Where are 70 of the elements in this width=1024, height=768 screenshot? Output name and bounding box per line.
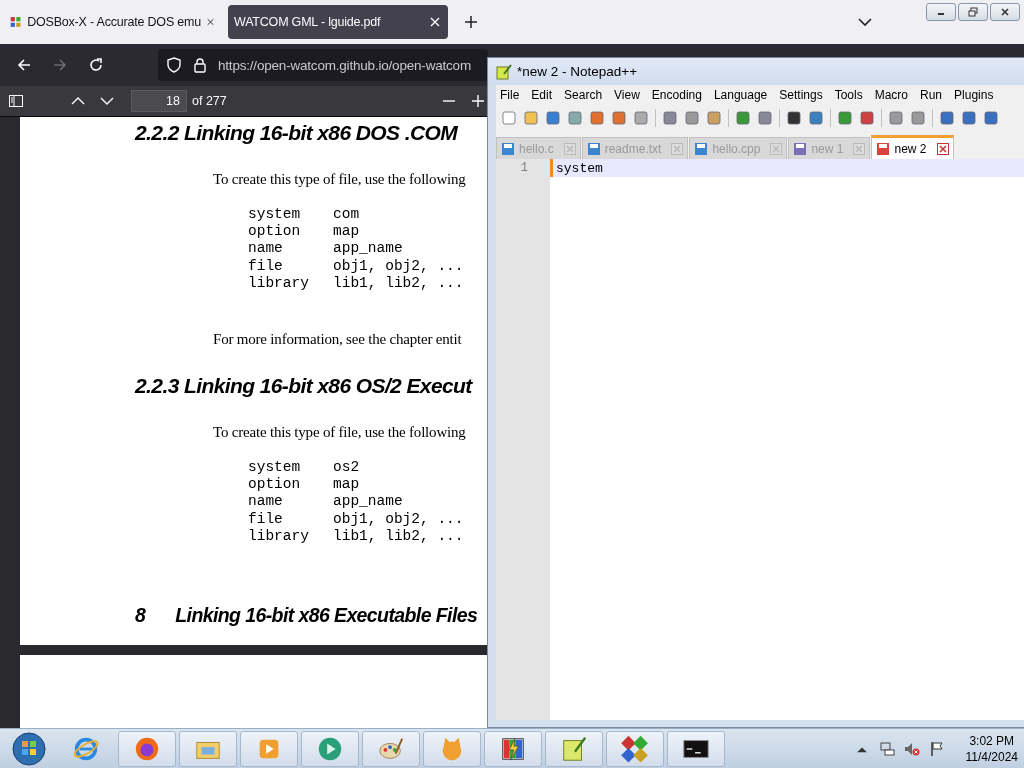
menu-item[interactable]: View bbox=[614, 88, 640, 102]
menu-item[interactable]: Edit bbox=[531, 88, 553, 102]
menu-item[interactable]: Tools bbox=[834, 88, 863, 102]
menu-item[interactable]: Language bbox=[713, 88, 768, 102]
code-keyword: file bbox=[248, 257, 284, 275]
flag-icon[interactable] bbox=[928, 740, 945, 757]
back-icon[interactable] bbox=[16, 57, 32, 73]
dice-icon bbox=[621, 734, 649, 763]
code-value: os2 bbox=[333, 459, 360, 477]
notepad-icon bbox=[496, 63, 512, 80]
paragraph: To create this type of file, use the following bbox=[213, 171, 466, 188]
lock-icon[interactable] bbox=[192, 57, 208, 73]
menu-item[interactable]: Settings bbox=[779, 88, 823, 102]
code-value: map bbox=[333, 223, 360, 241]
page-count: of 277 bbox=[192, 94, 227, 108]
code-value: lib1, lib2, ... bbox=[333, 527, 464, 546]
code-keyword: option bbox=[248, 476, 302, 494]
code-keyword: name bbox=[248, 493, 284, 511]
code-keyword: library bbox=[248, 274, 310, 292]
browser-tab[interactable]: WATCOM GML - lguide.pdf bbox=[228, 5, 448, 39]
new-tab-icon[interactable] bbox=[464, 15, 478, 29]
close-icon[interactable] bbox=[936, 142, 949, 155]
menu-item[interactable]: Plugins bbox=[954, 88, 994, 102]
code-value: lib1, lib2, ... bbox=[333, 274, 464, 292]
paragraph: To create this type of file, use the following bbox=[213, 424, 466, 441]
menu-item[interactable]: Run bbox=[920, 88, 943, 102]
menu-item[interactable]: Search bbox=[564, 88, 603, 102]
section-heading: 2.2.2 Linking 16-bit x86 DOS .COM bbox=[135, 120, 458, 146]
close-button[interactable] bbox=[990, 3, 1020, 21]
notepad-icon bbox=[560, 734, 588, 763]
window-title: *new 2 - Notepad++ bbox=[517, 64, 638, 79]
sidebar-icon[interactable] bbox=[8, 93, 24, 109]
address-field[interactable]: https://open-watcom.github.io/open-watcom bbox=[158, 49, 488, 81]
page-number-field[interactable]: 18 bbox=[131, 90, 187, 112]
page-number: 8 bbox=[135, 604, 146, 628]
menu-item[interactable]: Macro bbox=[874, 88, 908, 102]
reload-icon[interactable] bbox=[88, 57, 104, 73]
page-footer-title: Linking 16-bit x86 Executable Files bbox=[175, 604, 478, 628]
code-keyword: system bbox=[248, 206, 302, 224]
code-keyword: library bbox=[248, 527, 310, 546]
restore-icon bbox=[968, 7, 978, 17]
forward-icon[interactable] bbox=[52, 57, 68, 73]
menu-item[interactable]: File bbox=[500, 88, 520, 102]
code-value: com bbox=[333, 206, 360, 224]
network-icon[interactable] bbox=[878, 740, 895, 757]
section-heading: 2.2.3 Linking 16-bit x86 OS/2 Execut bbox=[135, 373, 472, 399]
code-value: map bbox=[333, 476, 360, 494]
restore-button[interactable] bbox=[958, 3, 988, 21]
paragraph: For more information, see the chapter entit bbox=[213, 331, 462, 348]
close-icon bbox=[1000, 7, 1010, 17]
code-keyword: system bbox=[248, 459, 302, 477]
shield-icon[interactable] bbox=[166, 57, 182, 73]
code-keyword: name bbox=[248, 240, 284, 258]
code-keyword: option bbox=[248, 223, 302, 241]
code-value: app_name bbox=[333, 240, 403, 258]
dice-icon bbox=[10, 14, 22, 30]
menu-item[interactable]: Encoding bbox=[651, 88, 702, 102]
line-number: 1 bbox=[519, 160, 529, 177]
code-value: app_name bbox=[333, 493, 403, 511]
browser-tab[interactable]: DOSBox-X - Accurate DOS emu bbox=[4, 5, 222, 39]
code-keyword: file bbox=[248, 510, 284, 528]
code-value: obj1, obj2, ... bbox=[333, 257, 464, 275]
minimize-button[interactable] bbox=[926, 3, 956, 21]
windows-orb-icon bbox=[11, 730, 47, 767]
file-tab[interactable]: new 2 bbox=[871, 135, 954, 159]
taskbar-app[interactable] bbox=[667, 730, 725, 767]
code-value: obj1, obj2, ... bbox=[333, 510, 464, 528]
clock[interactable]: 3:02 PM 11/4/2024 bbox=[965, 732, 1018, 765]
chevron-down-icon[interactable] bbox=[858, 17, 872, 27]
code-line: system bbox=[556, 160, 603, 176]
